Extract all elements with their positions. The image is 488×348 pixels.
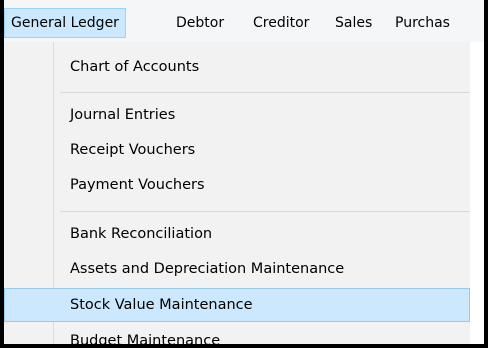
menu-separator — [60, 211, 470, 212]
menu-separator — [60, 92, 470, 93]
menu-item-assets-depreciation[interactable]: Assets and Depreciation Maintenance — [4, 252, 470, 286]
menu-debtor[interactable]: Debtor — [170, 8, 230, 38]
menu-item-receipt-vouchers[interactable]: Receipt Vouchers — [4, 133, 470, 167]
menu-item-bank-reconciliation[interactable]: Bank Reconciliation — [4, 217, 470, 251]
menu-creditor[interactable]: Creditor — [247, 8, 315, 38]
menu-item-journal-entries[interactable]: Journal Entries — [4, 98, 470, 132]
menu-sales[interactable]: Sales — [329, 8, 378, 38]
menu-item-chart-of-accounts[interactable]: Chart of Accounts — [4, 50, 470, 84]
menu-item-budget-maintenance[interactable]: Budget Maintenance — [4, 324, 470, 344]
app-window: General Ledger Debtor Creditor Sales Pur… — [0, 0, 488, 348]
general-ledger-dropdown: Chart of Accounts Journal Entries Receip… — [4, 42, 484, 344]
menu-item-stock-value-maintenance[interactable]: Stock Value Maintenance — [4, 288, 470, 322]
menu-purchase[interactable]: Purchas — [389, 8, 456, 38]
dropdown-right-edge — [470, 42, 484, 344]
menu-general-ledger[interactable]: General Ledger — [4, 8, 126, 38]
menu-item-payment-vouchers[interactable]: Payment Vouchers — [4, 168, 470, 202]
menu-bar: General Ledger Debtor Creditor Sales Pur… — [4, 0, 484, 43]
